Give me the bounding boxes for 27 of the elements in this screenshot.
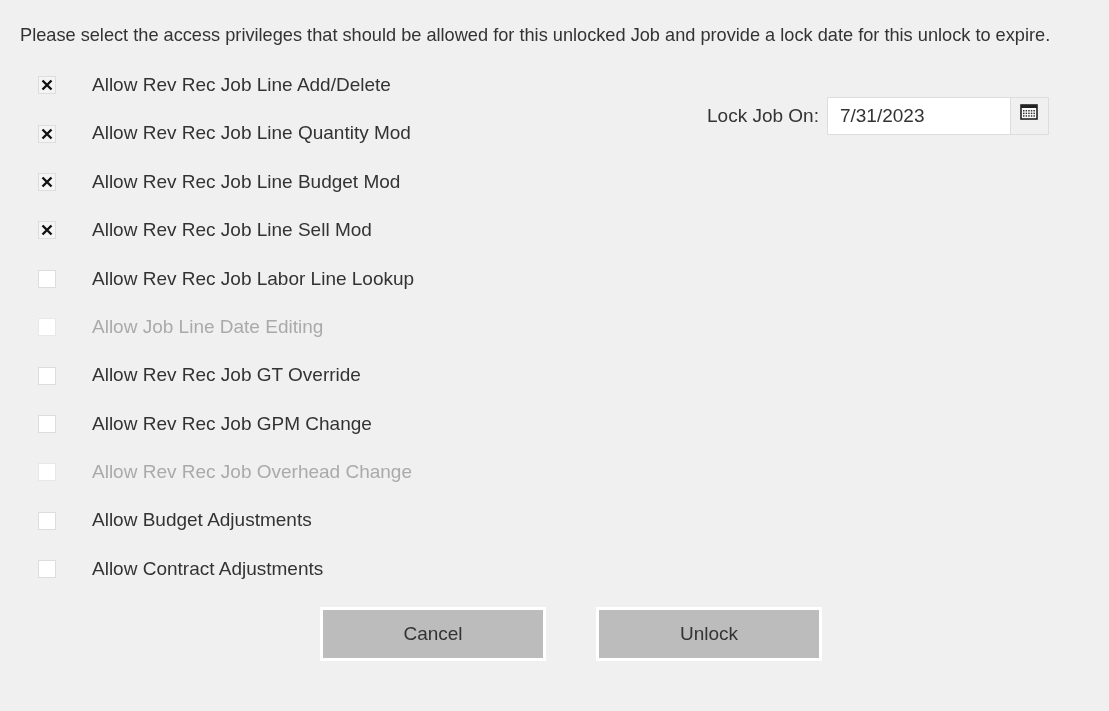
field-label: Lock Job On: (707, 103, 819, 128)
checkbox-label: Allow Job Line Date Editing (92, 314, 324, 339)
checkbox[interactable] (38, 366, 56, 385)
checkbox[interactable] (38, 76, 56, 95)
checkbox-label: Allow Rev Rec Job GT Override (92, 363, 361, 388)
checkbox-label: Allow Budget Adjustments (92, 508, 312, 533)
checkbox[interactable] (38, 511, 56, 530)
date-field[interactable]: 7/31/2023 (826, 97, 1011, 135)
checkbox-label: Allow Rev Rec Job Overhead Change (92, 460, 412, 485)
checkbox-label: Allow Rev Rec Job GPM Change (92, 411, 372, 436)
calendar-button[interactable] (1010, 97, 1049, 135)
checkbox[interactable] (38, 124, 56, 143)
checkbox-label: Allow Rev Rec Job Line Add/Delete (92, 72, 391, 97)
checkbox[interactable] (38, 172, 56, 191)
checkbox[interactable] (38, 414, 56, 433)
dialog-button[interactable]: Cancel (320, 607, 546, 662)
dialog-button[interactable]: Unlock (596, 607, 822, 662)
checkbox-label: Allow Contract Adjustments (92, 556, 324, 581)
checkbox[interactable] (38, 269, 56, 288)
checkbox[interactable] (38, 221, 56, 240)
checkbox[interactable] (38, 560, 56, 579)
checkbox-label: Allow Rev Rec Job Line Budget Mod (92, 169, 401, 194)
instruction-text: Please select the access privileges that should be allowed for this unlocked Job and provide a lock date for this unlock to expire. (20, 24, 1052, 47)
checkbox-label: Allow Rev Rec Job Line Sell Mod (92, 218, 372, 243)
calendar-icon (1020, 104, 1039, 120)
checkbox-label: Allow Rev Rec Job Labor Line Lookup (92, 266, 415, 291)
checkbox-label: Allow Rev Rec Job Line Quantity Mod (92, 121, 411, 146)
